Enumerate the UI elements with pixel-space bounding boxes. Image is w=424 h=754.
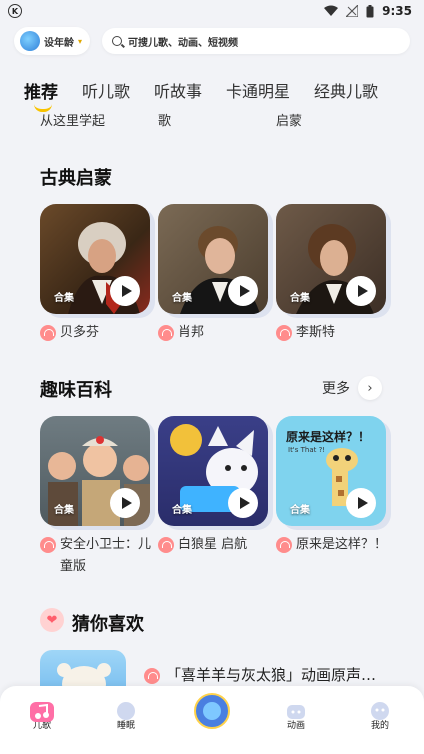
tab-label: 推荐: [24, 82, 58, 103]
search-input[interactable]: 可搜儿歌、动画、短视频: [102, 28, 410, 54]
tab-label: 经典儿歌: [314, 82, 379, 101]
status-bar: K 9:35: [0, 0, 424, 22]
nav-animation[interactable]: 动画: [266, 696, 326, 731]
collection-badge: 合集: [290, 293, 310, 304]
play-button[interactable]: [228, 276, 258, 306]
tab-songs[interactable]: 听儿歌: [82, 78, 130, 102]
collection-badge: 合集: [290, 505, 310, 516]
headphone-icon: [40, 537, 56, 553]
chevron-right-icon: ›: [358, 376, 382, 400]
play-button[interactable]: [346, 276, 376, 306]
header: 设年龄 ▾ 可搜儿歌、动画、短视频: [0, 26, 424, 56]
card-title[interactable]: 白狼星 启航: [158, 534, 278, 556]
play-button[interactable]: [110, 276, 140, 306]
headphone-icon: [158, 325, 174, 341]
play-button[interactable]: [228, 488, 258, 518]
chevron-down-icon: ▾: [78, 36, 83, 46]
card-safety[interactable]: 合集: [40, 416, 150, 526]
headphone-icon: [276, 537, 292, 553]
tab-recommend[interactable]: 推荐: [24, 78, 58, 112]
age-selector[interactable]: 设年龄 ▾: [14, 27, 90, 55]
headphone-icon: [158, 537, 174, 553]
status-time: 9:35: [382, 4, 412, 18]
card-title-text: 肖邦: [178, 325, 205, 340]
guess-item[interactable]: 「喜羊羊与灰太狼」动画原声…: [144, 664, 404, 685]
sheep-illustration: [57, 663, 111, 690]
card-title-text: 安全小卫士：儿童版: [60, 537, 152, 574]
more-button[interactable]: 更多 ›: [322, 376, 382, 400]
search-icon: [112, 36, 122, 46]
moon-icon: [117, 702, 135, 720]
prev-label[interactable]: 从这里学起: [40, 110, 105, 129]
prev-label[interactable]: 歌: [158, 110, 171, 129]
music-note-icon: [30, 702, 54, 722]
card-liszt[interactable]: 合集: [276, 204, 386, 314]
previous-row-labels: 从这里学起 歌 启蒙: [0, 110, 424, 130]
tab-classic-songs[interactable]: 经典儿歌: [314, 78, 378, 102]
heart-icon: ❤: [40, 608, 64, 632]
card-chopin[interactable]: 合集: [158, 204, 268, 314]
section-title-guess: 猜你喜欢: [72, 614, 144, 635]
guess-item-title: 「喜羊羊与灰太狼」动画原声…: [166, 666, 377, 684]
section-title-classic: 古典启蒙: [40, 168, 112, 189]
battery-icon: [366, 4, 374, 17]
section-title-fun: 趣味百科: [40, 380, 112, 401]
nav-songs[interactable]: 儿歌: [12, 696, 72, 731]
tab-label: 听故事: [154, 82, 203, 101]
card-title[interactable]: 贝多芬: [40, 322, 160, 344]
play-button[interactable]: [346, 488, 376, 518]
tab-label: 卡通明星: [226, 82, 291, 101]
card-title[interactable]: 原来是这样？！: [276, 534, 396, 556]
more-label: 更多: [322, 381, 350, 397]
headphone-icon: [144, 668, 160, 684]
tv-icon: [287, 705, 305, 719]
card-title-text: 李斯特: [296, 325, 336, 340]
category-tabs: 推荐 听儿歌 听故事 卡通明星 经典儿歌: [0, 72, 424, 112]
card-its-that[interactable]: 原来是这样？！ It's That ?! 合集: [276, 416, 386, 526]
featured-icon: [194, 693, 230, 729]
collection-badge: 合集: [172, 293, 192, 304]
card-white-wolf[interactable]: 合集: [158, 416, 268, 526]
tab-label: 听儿歌: [82, 82, 131, 101]
bottom-nav: 儿歌 睡眠 动画 我的: [0, 686, 424, 754]
age-label: 设年龄: [44, 37, 74, 49]
nav-center[interactable]: [182, 693, 242, 729]
headphone-icon: [276, 325, 292, 341]
card-title-text: 贝多芬: [60, 325, 100, 340]
guess-thumbnail[interactable]: [40, 650, 126, 690]
collection-badge: 合集: [54, 293, 74, 304]
tab-stories[interactable]: 听故事: [154, 78, 202, 102]
collection-badge: 合集: [54, 505, 74, 516]
collection-badge: 合集: [172, 505, 192, 516]
profile-icon: [371, 702, 389, 720]
card-title-text: 原来是这样？！: [296, 537, 388, 552]
play-button[interactable]: [110, 488, 140, 518]
card-title[interactable]: 安全小卫士：儿童版: [40, 534, 160, 578]
nav-mine[interactable]: 我的: [350, 696, 410, 731]
wifi-icon: [324, 5, 339, 16]
tab-cartoon-stars[interactable]: 卡通明星: [226, 78, 290, 102]
nav-sleep[interactable]: 睡眠: [96, 696, 156, 731]
card-beethoven[interactable]: 合集: [40, 204, 150, 314]
card-title[interactable]: 肖邦: [158, 322, 278, 344]
card-title[interactable]: 李斯特: [276, 322, 396, 344]
age-avatar-icon: [20, 31, 40, 51]
card-title-text: 白狼星 启航: [178, 537, 248, 552]
signal-icon: [346, 5, 359, 17]
headphone-icon: [40, 325, 56, 341]
search-placeholder: 可搜儿歌、动画、短视频: [128, 37, 238, 49]
prev-label[interactable]: 启蒙: [276, 110, 302, 129]
app-notification-icon: K: [8, 4, 22, 18]
